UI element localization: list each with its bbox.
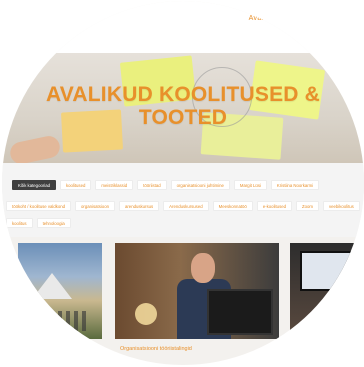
category-filter-bar: Kõik kategooriad koolitused meistriklassid… (2, 163, 364, 237)
product-card-webinar[interactable] (115, 243, 279, 339)
filter-tag[interactable]: tehnoloogia (36, 218, 71, 228)
product-gallery (2, 243, 364, 343)
filter-row: töökoht / koolituse valdkond organisatsio… (6, 201, 364, 211)
top-navigation: Avaleht (2, 1, 364, 53)
filter-tag[interactable]: Kristiina Noorkarmi (270, 180, 320, 190)
video-call-screen-image (300, 251, 356, 291)
filter-tag[interactable]: koolitused (60, 180, 92, 190)
filter-tag[interactable]: e-koolitused (256, 201, 292, 211)
filter-tag[interactable]: töökoht / koolituse valdkond (6, 201, 72, 211)
filter-tag[interactable]: Arenduskursused (163, 201, 209, 211)
product-card-outdoor[interactable] (18, 243, 102, 339)
filter-tag[interactable]: tööriistad (137, 180, 167, 190)
filter-tag[interactable]: organisatsioon (75, 201, 115, 211)
tent-image (32, 273, 72, 299)
filter-row: Kõik kategooriad koolitused meistriklassid… (12, 180, 364, 190)
hand-image (8, 134, 62, 163)
filter-tag[interactable]: koolitus (6, 218, 33, 228)
filter-tag[interactable]: meistriklassid (95, 180, 134, 190)
product-caption-link[interactable]: Organisatsiooni tööriistalingid (120, 346, 192, 352)
product-card-online[interactable] (290, 243, 364, 339)
nav-link-home[interactable]: Avaleht (249, 15, 274, 22)
page-viewport: Avaleht AVALIKUD KOOLITUSED & TOOTED Kõi… (2, 1, 364, 365)
filter-tag[interactable]: Meeskonnatöö (212, 201, 253, 211)
filter-tag[interactable]: organisatsiooni juhtimine (170, 180, 230, 190)
monitor-image (207, 289, 273, 335)
presenter-head-image (191, 253, 215, 283)
filter-tag[interactable]: Margit Lüsi (233, 180, 267, 190)
filter-tag[interactable]: arenduskursus (118, 201, 160, 211)
lamp-image (135, 303, 157, 325)
filter-row: koolitus tehnoloogia (6, 218, 364, 228)
filter-tag[interactable]: Zoom (296, 201, 319, 211)
hero-banner: AVALIKUD KOOLITUSED & TOOTED (2, 53, 364, 163)
filter-tag-active[interactable]: Kõik kategooriad (12, 180, 57, 190)
filter-tag[interactable]: veebikoolitus (322, 201, 360, 211)
crowd-image (26, 311, 90, 331)
page-title: AVALIKUD KOOLITUSED & TOOTED (45, 83, 321, 129)
